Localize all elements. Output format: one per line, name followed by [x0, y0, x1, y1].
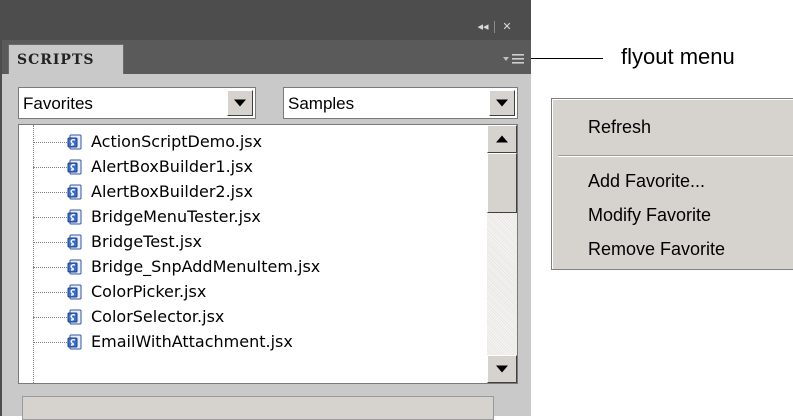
- list-item[interactable]: BridgeMenuTester.jsx: [19, 206, 479, 228]
- tree-connector: [33, 292, 67, 293]
- samples-dropdown[interactable]: Samples: [283, 87, 518, 119]
- tree-connector: [33, 242, 67, 243]
- tree-connector: [33, 267, 67, 268]
- menu-item-modify-favorite[interactable]: Modify Favorite: [588, 205, 711, 226]
- list-item-label: BridgeMenuTester.jsx: [91, 207, 261, 226]
- list-item-label: EmailWithAttachment.jsx: [91, 332, 293, 351]
- script-file-icon: [67, 258, 85, 276]
- menu-item-add-favorite[interactable]: Add Favorite...: [588, 171, 705, 192]
- panel-titlebar: ◂◂ ✕: [0, 0, 531, 40]
- list-item-label: ColorSelector.jsx: [91, 307, 225, 326]
- menu-separator: [558, 155, 793, 157]
- favorites-dropdown-value: Favorites: [23, 94, 93, 113]
- tree-connector: [33, 317, 67, 318]
- script-file-icon: [67, 158, 85, 176]
- list-item[interactable]: ActionScriptDemo.jsx: [19, 131, 479, 153]
- list-item[interactable]: AlertBoxBuilder1.jsx: [19, 156, 479, 178]
- script-file-icon: [67, 183, 85, 201]
- collapse-icon[interactable]: ◂◂: [476, 20, 490, 34]
- tree-connector: [33, 217, 67, 218]
- script-file-icon: [67, 283, 85, 301]
- tree-connector: [33, 167, 67, 168]
- tree-connector: [33, 192, 67, 193]
- list-item[interactable]: EmailWithAttachment.jsx: [19, 331, 479, 353]
- close-icon[interactable]: ✕: [500, 20, 514, 34]
- callout-label: flyout menu: [621, 44, 735, 69]
- favorites-dropdown[interactable]: Favorites: [18, 87, 256, 119]
- list-item-label: AlertBoxBuilder1.jsx: [91, 157, 253, 176]
- flyout-menu-icon[interactable]: [500, 51, 526, 67]
- samples-dropdown-value: Samples: [288, 94, 355, 113]
- tab-label: SCRIPTS: [17, 52, 95, 68]
- list-item-label: AlertBoxBuilder2.jsx: [91, 182, 253, 201]
- vertical-scrollbar[interactable]: [487, 125, 517, 383]
- tree-connector: [33, 342, 67, 343]
- list-item[interactable]: ColorPicker.jsx: [19, 281, 479, 303]
- scripts-list[interactable]: ActionScriptDemo.jsx AlertBoxBuilder1.jsx…: [18, 124, 518, 384]
- scrollbar-thumb[interactable]: [487, 153, 517, 213]
- tab-row: SCRIPTS: [2, 40, 531, 74]
- tree-connector: [33, 142, 67, 143]
- list-item-label: ActionScriptDemo.jsx: [91, 132, 263, 151]
- list-item[interactable]: AlertBoxBuilder2.jsx: [19, 181, 479, 203]
- flyout-menu: Refresh Add Favorite... Modify Favorite …: [551, 98, 793, 270]
- script-file-icon: [67, 133, 85, 151]
- titlebar-divider: [494, 21, 495, 33]
- list-item-label: ColorPicker.jsx: [91, 282, 207, 301]
- list-item[interactable]: BridgeTest.jsx: [19, 231, 479, 253]
- chevron-down-icon[interactable]: [227, 90, 253, 116]
- list-item[interactable]: ColorSelector.jsx: [19, 306, 479, 328]
- callout-line: [531, 58, 603, 59]
- scroll-down-button[interactable]: [487, 355, 517, 383]
- script-file-icon: [67, 333, 85, 351]
- script-file-icon: [67, 308, 85, 326]
- script-file-icon: [67, 208, 85, 226]
- scroll-up-button[interactable]: [487, 125, 517, 153]
- status-field: [22, 396, 494, 420]
- list-item-label: BridgeTest.jsx: [91, 232, 202, 251]
- panel-body: Favorites Samples ActionScriptDemo.jsx Al…: [2, 74, 531, 420]
- list-item-label: Bridge_SnpAddMenuItem.jsx: [91, 257, 321, 276]
- menu-item-remove-favorite[interactable]: Remove Favorite: [588, 239, 725, 260]
- chevron-down-icon[interactable]: [489, 90, 515, 116]
- list-item[interactable]: Bridge_SnpAddMenuItem.jsx: [19, 256, 479, 278]
- tab-scripts[interactable]: SCRIPTS: [8, 44, 124, 74]
- script-file-icon: [67, 233, 85, 251]
- scripts-panel: ◂◂ ✕ SCRIPTS Favorites Samples ActionScr…: [0, 0, 531, 420]
- menu-item-refresh[interactable]: Refresh: [588, 117, 651, 138]
